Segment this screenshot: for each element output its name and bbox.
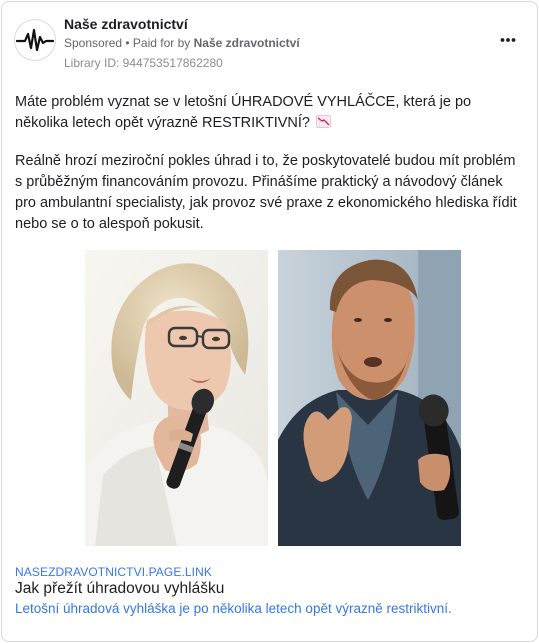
photo-woman-speaker[interactable] — [85, 250, 268, 546]
page-name[interactable]: Naše zdravotnictví — [64, 16, 188, 32]
library-id: Library ID: 944753517862280 — [64, 56, 223, 70]
chart-decreasing-icon — [316, 115, 331, 128]
photo-man-speaker[interactable] — [278, 250, 461, 546]
ad-text-paragraph-1: Máte problém vyznat se v letošní ÚHRADOV… — [15, 92, 525, 134]
sponsored-line: Sponsored • Paid for by Naše zdravotnict… — [64, 36, 300, 50]
paid-for-name: Naše zdravotnictví — [193, 36, 300, 50]
page-avatar[interactable] — [14, 19, 56, 61]
paragraph-1-text: Máte problém vyznat se v letošní ÚHRADOV… — [15, 94, 472, 131]
ad-card: Naše zdravotnictví Sponsored • Paid for … — [1, 1, 538, 642]
more-options-button[interactable] — [496, 32, 520, 52]
ad-text-paragraph-2: Reálně hrozí meziroční pokles úhrad i to… — [15, 153, 517, 232]
link-domain[interactable]: NASEZDRAVOTNICTVI.PAGE.LINK — [15, 565, 212, 579]
woman-photo-image — [85, 250, 268, 546]
paid-for-prefix: • Paid for by — [122, 36, 194, 50]
more-horizontal-icon — [500, 38, 516, 42]
sponsored-label: Sponsored — [64, 36, 123, 50]
link-title[interactable]: Jak přežít úhradovou vyhlášku — [15, 580, 224, 598]
man-photo-image — [278, 250, 461, 546]
link-description[interactable]: Letošní úhradová vyhláška je po několika… — [15, 601, 452, 616]
heartbeat-logo-icon — [16, 28, 54, 52]
